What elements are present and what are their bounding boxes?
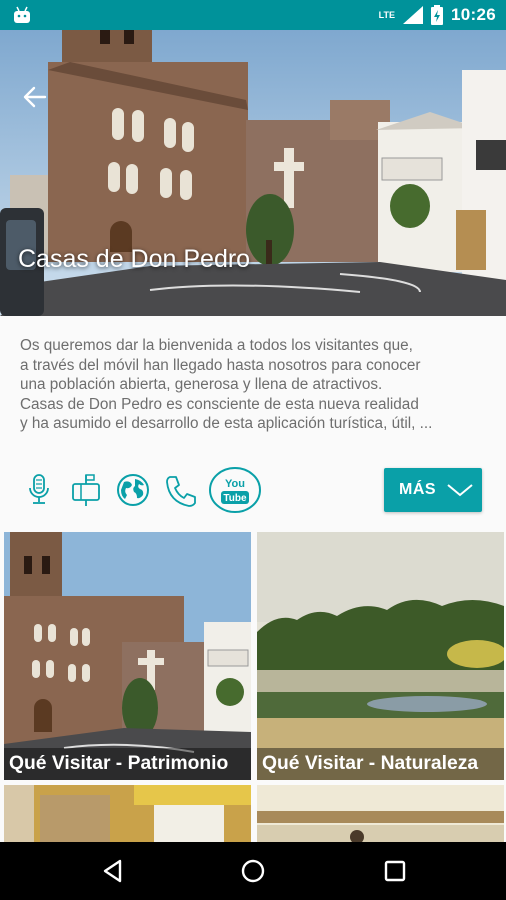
tile-bottom-left[interactable]	[4, 785, 251, 842]
tile-patrimonio[interactable]: Qué Visitar - Patrimonio	[4, 532, 251, 780]
description-line: una población abierta, generosa y llena …	[20, 376, 383, 394]
navigation-bar	[0, 842, 506, 900]
clock: 10:26	[451, 5, 496, 24]
network-type: LTE	[378, 10, 396, 20]
description-line: a través del móvil han llegado hasta nos…	[20, 356, 421, 374]
more-button[interactable]: MÁS	[384, 468, 482, 512]
tile-caption: Qué Visitar - Naturaleza	[257, 748, 504, 780]
recents-square-icon[interactable]	[378, 854, 412, 888]
tile-image-interior	[257, 785, 504, 842]
phone-icon[interactable]	[161, 471, 199, 509]
tile-bottom-right[interactable]	[257, 785, 504, 842]
page-title: Casas de Don Pedro	[18, 245, 251, 273]
battery-icon	[431, 5, 444, 25]
description-line: y ha asumido el desarrollo de esta aplic…	[20, 415, 433, 433]
mailbox-icon[interactable]	[67, 471, 105, 509]
description-line: Os queremos dar la bienvenida a todos lo…	[20, 337, 413, 354]
tile-caption: Qué Visitar - Patrimonio	[4, 748, 251, 780]
youtube-logo-top: You	[225, 478, 245, 490]
home-circle-icon[interactable]	[236, 854, 270, 888]
tile-naturaleza[interactable]: Qué Visitar - Naturaleza	[257, 532, 504, 780]
description-line: Casas de Don Pedro es consciente de esta…	[20, 395, 419, 413]
welcome-description: Os queremos dar la bienvenida a todos lo…	[20, 336, 490, 434]
microphone-icon[interactable]	[20, 471, 58, 509]
hero-banner: Casas de Don Pedro	[0, 30, 506, 316]
tile-image-shop	[4, 785, 251, 842]
youtube-icon[interactable]: You Tube	[208, 466, 262, 514]
status-bar: LTE 10:26	[0, 0, 506, 30]
chevron-down-icon	[447, 484, 473, 497]
signal-icon	[403, 6, 424, 24]
tile-image-church	[4, 532, 251, 780]
youtube-logo-bottom: Tube	[223, 493, 247, 504]
tile-image-landscape	[257, 532, 504, 780]
back-triangle-icon[interactable]	[96, 854, 130, 888]
globe-icon[interactable]	[114, 471, 152, 509]
arrow-left-icon[interactable]	[18, 80, 52, 114]
more-button-label: MÁS	[399, 481, 437, 498]
android-icon	[14, 6, 30, 23]
action-bar: You Tube	[20, 466, 271, 514]
